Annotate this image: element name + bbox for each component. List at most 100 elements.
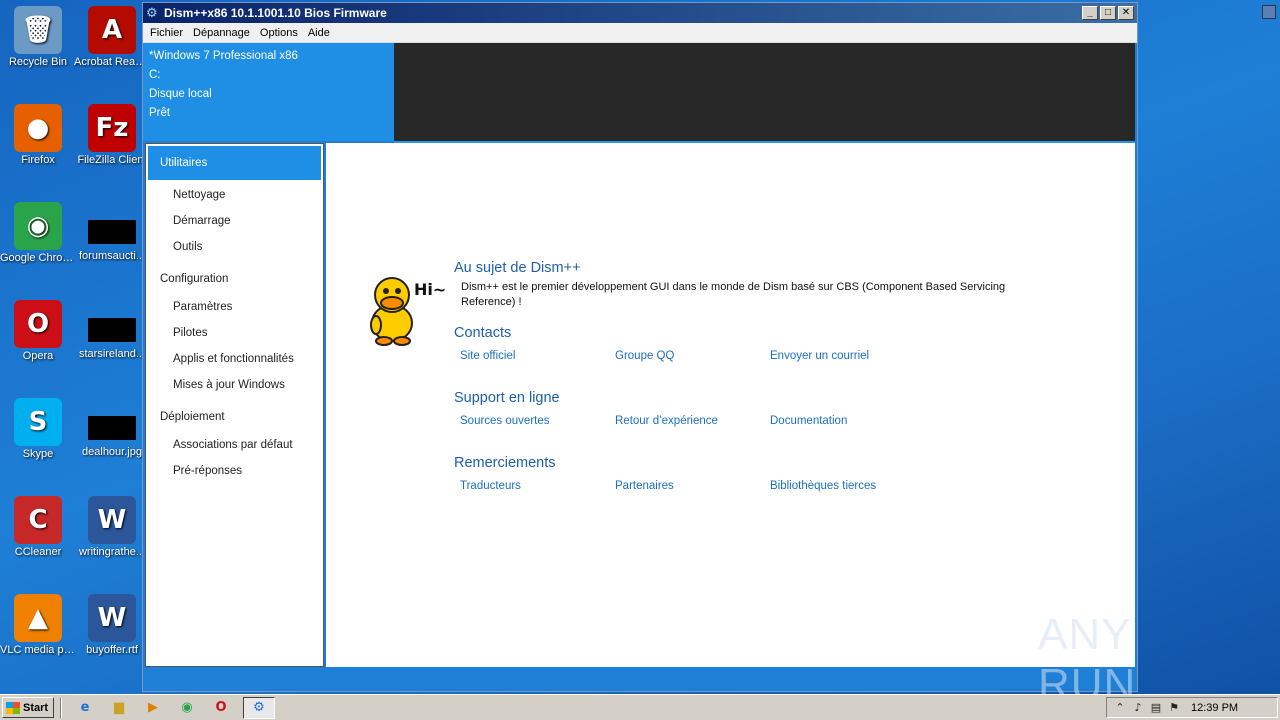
duck-mascot-icon: Hi~ xyxy=(370,277,446,346)
link-bibliotheques[interactable]: Bibliothèques tierces xyxy=(770,480,876,492)
media-player-icon[interactable]: ▶ xyxy=(141,697,165,719)
desktop-icon[interactable]: ▲ VLC media player xyxy=(0,594,76,657)
action-center-flag-icon[interactable]: ⚑ xyxy=(1165,701,1183,714)
file-thumbnail-icon xyxy=(88,220,136,244)
menu-depannage[interactable]: Dépannage xyxy=(189,27,256,39)
folder-icon[interactable]: ▆ xyxy=(107,697,131,719)
nav-item-outils[interactable]: Outils xyxy=(146,234,323,260)
opera-icon: O xyxy=(14,300,62,348)
firefox-icon: ● xyxy=(14,104,62,152)
gear-icon: ⚙ xyxy=(146,5,158,20)
desktop-icon[interactable]: forumsaucti... xyxy=(74,202,150,263)
start-button[interactable]: Start xyxy=(2,697,54,718)
menu-options[interactable]: Options xyxy=(256,27,304,39)
menu-aide[interactable]: Aide xyxy=(304,27,336,39)
session-info-panel[interactable]: *Windows 7 Professional x86 C: Disque lo… xyxy=(143,43,394,141)
desktop-icon[interactable]: Wbuyoffer.rtf xyxy=(74,594,150,657)
desktop-icon[interactable]: Wwritingrathe... xyxy=(74,496,150,559)
link-partenaires[interactable]: Partenaires xyxy=(615,480,674,492)
internet-explorer-icon[interactable]: e xyxy=(73,697,97,719)
desktop-icon[interactable]: O Opera xyxy=(0,300,76,363)
desktop-icon[interactable]: ◉ Google Chrome xyxy=(0,202,76,265)
desktop-icon[interactable]: Fz FileZilla Client xyxy=(74,104,150,167)
maximize-button[interactable]: □ xyxy=(1100,6,1116,20)
file-thumbnail-icon xyxy=(88,318,136,342)
nav-configuration[interactable]: Configuration xyxy=(146,266,323,292)
clock[interactable]: 12:39 PM xyxy=(1191,702,1238,714)
status-label: Prêt xyxy=(149,107,171,119)
desktop-icon-label: Skype xyxy=(22,448,54,460)
taskbar-separator xyxy=(60,697,62,718)
show-desktop-button[interactable] xyxy=(1262,5,1276,19)
desktop-icon-label: VLC media player xyxy=(0,644,76,656)
link-documentation[interactable]: Documentation xyxy=(770,415,847,427)
volume-icon[interactable]: ♪ xyxy=(1129,701,1147,714)
vlc-icon: ▲ xyxy=(14,594,62,642)
nav-deploiement[interactable]: Déploiement xyxy=(146,404,323,430)
image-file-icon xyxy=(88,416,136,440)
desktop-icon-label: Recycle Bin xyxy=(8,56,68,68)
desktop-icon[interactable]: 🗑 Recycle Bin xyxy=(0,6,76,69)
anyrun-watermark: ANY RUN xyxy=(1038,610,1137,709)
link-groupe-qq[interactable]: Groupe QQ xyxy=(615,350,674,362)
header-dark-panel xyxy=(394,43,1135,141)
desktop-icon-label: writingrathe... xyxy=(78,546,146,558)
close-button[interactable]: ✕ xyxy=(1118,6,1134,20)
link-retour-experience[interactable]: Retour d’expérience xyxy=(615,415,718,427)
ccleaner-icon: C xyxy=(14,496,62,544)
filezilla-icon: Fz xyxy=(88,104,136,152)
desktop-icon-label: dealhour.jpg xyxy=(82,446,142,458)
recycle-bin-icon: 🗑 xyxy=(14,6,62,54)
dism-taskbar-icon[interactable]: ⚙ xyxy=(243,696,275,719)
thanks-heading: Remerciements xyxy=(454,455,556,471)
menu-bar: Fichier Dépannage Options Aide xyxy=(143,23,1137,43)
desktop-icon[interactable]: S Skype xyxy=(0,398,76,461)
link-sources-ouvertes[interactable]: Sources ouvertes xyxy=(460,415,550,427)
skype-icon: S xyxy=(14,398,62,446)
drive-label: C: xyxy=(149,69,161,81)
windows-flag-icon xyxy=(6,701,20,714)
nav-item-demarrage[interactable]: Démarrage xyxy=(146,208,323,234)
desktop-icon[interactable]: C CCleaner xyxy=(0,496,76,559)
desktop-icon-label: Firefox xyxy=(21,154,55,166)
network-icon[interactable]: ▤ xyxy=(1147,701,1165,714)
desktop-icon[interactable]: dealhour.jpg xyxy=(74,398,150,459)
nav-item-parametres[interactable]: Paramètres xyxy=(146,294,323,320)
about-title: Au sujet de Dism++ xyxy=(454,260,581,276)
link-traducteurs[interactable]: Traducteurs xyxy=(460,480,521,492)
opera-taskbar-icon[interactable]: O xyxy=(209,697,233,719)
nav-item-pilotes[interactable]: Pilotes xyxy=(146,320,323,346)
desktop-icon-label: buyoffer.rtf xyxy=(86,644,138,656)
menu-fichier[interactable]: Fichier xyxy=(146,27,189,39)
nav-item-associations[interactable]: Associations par défaut xyxy=(146,432,323,458)
contacts-heading: Contacts xyxy=(454,325,512,341)
chrome-icon: ◉ xyxy=(14,202,62,250)
desktop-icon[interactable]: starsireland... xyxy=(74,300,150,361)
tray-expand-icon[interactable]: ⌃ xyxy=(1111,701,1129,714)
nav-item-mises-a-jour[interactable]: Mises à jour Windows xyxy=(146,372,323,398)
title-bar[interactable]: ⚙ Dism++x86 10.1.1001.10 Bios Firmware _… xyxy=(143,3,1137,23)
window-title: Dism++x86 10.1.1001.10 Bios Firmware xyxy=(164,6,387,20)
link-site-officiel[interactable]: Site officiel xyxy=(460,350,515,362)
word-document-icon: W xyxy=(88,496,136,544)
acrobat-icon: A xyxy=(88,6,136,54)
link-envoyer-courriel[interactable]: Envoyer un courriel xyxy=(770,350,869,362)
chrome-taskbar-icon[interactable]: ◉ xyxy=(175,697,199,719)
minimize-button[interactable]: _ xyxy=(1082,6,1098,20)
desktop-icon-label: Google Chrome xyxy=(0,252,76,264)
desktop-icon-label: CCleaner xyxy=(14,546,62,558)
nav-item-applis[interactable]: Applis et fonctionnalités xyxy=(146,346,323,372)
client-area: *Windows 7 Professional x86 C: Disque lo… xyxy=(143,43,1137,691)
about-description: Dism++ est le premier développement GUI … xyxy=(461,281,1006,308)
desktop-icon-label: starsireland... xyxy=(78,348,146,360)
nav-utilitaires[interactable]: Utilitaires xyxy=(148,146,321,180)
desktop-icon[interactable]: ● Firefox xyxy=(0,104,76,167)
nav-item-nettoyage[interactable]: Nettoyage xyxy=(146,182,323,208)
disk-label: Disque local xyxy=(149,88,212,100)
nav-item-pre-reponses[interactable]: Pré-réponses xyxy=(146,458,323,484)
desktop-icon[interactable]: A Acrobat Reader DC xyxy=(74,6,150,69)
mascot-hi-text: Hi~ xyxy=(414,280,446,299)
desktop-icon-label: Opera xyxy=(22,350,54,362)
desktop-icon-label: Acrobat Reader DC xyxy=(74,56,150,68)
about-content: Hi~ Au sujet de Dism++ Dism++ est le pre… xyxy=(326,143,1135,667)
